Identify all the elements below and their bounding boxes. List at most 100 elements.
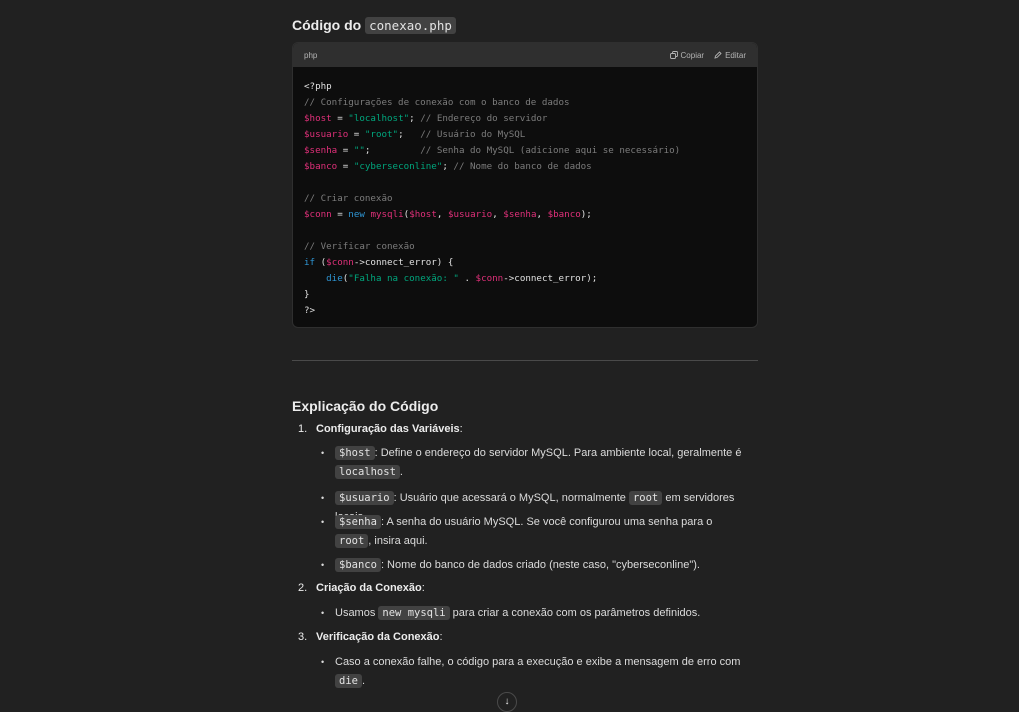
code-token: } <box>304 289 310 300</box>
code-token: $usuario <box>304 129 349 140</box>
divider <box>292 360 758 361</box>
list-item: 3. Verificação da Conexão: <box>298 631 443 643</box>
code-line: // Configurações de conexão com o banco … <box>304 95 746 111</box>
bullet-dot: • <box>321 608 325 618</box>
list-number: 1. <box>298 423 308 435</box>
text-segment: : Nome do banco de dados criado (neste c… <box>380 559 700 571</box>
text-segment: Usamos <box>335 607 379 619</box>
code-line: // Verificar conexão <box>304 239 746 255</box>
code-token: = <box>348 129 365 140</box>
code-token: $usuario <box>447 209 493 220</box>
code-token: = <box>337 161 354 172</box>
code-token: , <box>492 209 504 220</box>
code-token: "localhost" <box>348 113 410 124</box>
code-line: $banco = "cyberseconline"; // Nome do ba… <box>304 159 746 175</box>
code-heading: Código do conexao.php <box>292 17 456 34</box>
list-item-title-suffix: : <box>459 423 463 435</box>
code-line: } <box>304 287 746 303</box>
code-token: = <box>337 145 354 156</box>
code-token: "root" <box>364 129 399 140</box>
code-token: . <box>458 273 476 284</box>
code-line: <?php <box>304 79 746 95</box>
code-token: $host <box>304 113 332 124</box>
code-token: // Senha do MySQL (adicione aqui se nece… <box>420 145 681 156</box>
list-item-title: Configuração das Variáveis: <box>316 423 463 435</box>
code-token: $host <box>409 209 437 220</box>
inline-code: die <box>335 674 362 688</box>
code-token: // Verificar conexão <box>304 241 415 252</box>
list-item-title: Criação da Conexão: <box>316 582 425 594</box>
code-token: ( <box>315 257 327 268</box>
copy-icon <box>669 51 678 59</box>
bullet-text: $senha: A senha do usuário MySQL. Se voc… <box>335 513 751 551</box>
list-item: 1. Configuração das Variáveis: <box>298 423 463 435</box>
list-item-title-text: Criação da Conexão <box>316 582 422 594</box>
bullet-dot: • <box>321 560 325 570</box>
code-token: = <box>331 209 349 220</box>
list-item: 2. Criação da Conexão: <box>298 582 425 594</box>
inline-code: localhost <box>335 465 400 479</box>
bullet-item: • $host: Define o endereço do servidor My… <box>321 444 751 482</box>
code-line: // Criar conexão <box>304 191 746 207</box>
code-heading-prefix: Código do <box>292 17 362 33</box>
code-block: php Copiar Editar <?php // Configurações … <box>292 42 758 328</box>
edit-icon <box>714 51 722 59</box>
code-token: ; <box>442 161 454 172</box>
bullet-text: Usamos new mysqli para criar a conexão c… <box>335 604 700 623</box>
code-line: $senha = ""; // Senha do MySQL (adicione… <box>304 143 746 159</box>
code-token: = <box>331 113 349 124</box>
bullet-dot: • <box>321 517 325 527</box>
text-segment: : Usuário que acessará o MySQL, normalme… <box>393 492 629 504</box>
code-token: ->connect_error) { <box>353 257 454 268</box>
inline-code: $senha <box>335 515 381 529</box>
bullet-item: • $banco: Nome do banco de dados criado (… <box>321 556 751 575</box>
text-segment: : Define o endereço do servidor MySQL. P… <box>374 447 742 459</box>
bullet-dot: • <box>321 448 325 458</box>
code-token: // Usuário do MySQL <box>420 129 526 140</box>
scroll-down-button[interactable]: ↓ <box>497 692 517 712</box>
code-token: "cyberseconline" <box>353 161 443 172</box>
code-token: $banco <box>304 161 338 172</box>
code-token: , <box>436 209 448 220</box>
inline-code: $usuario <box>335 491 394 505</box>
bullet-text: Caso a conexão falhe, o código para a ex… <box>335 653 751 691</box>
bullet-item: • Usamos new mysqli para criar a conexão … <box>321 604 751 623</box>
bullet-text: $host: Define o endereço do servidor MyS… <box>335 444 751 482</box>
edit-button[interactable]: Editar <box>714 51 746 60</box>
code-token: $conn <box>304 209 332 220</box>
inline-code: $host <box>335 446 375 460</box>
copy-button[interactable]: Copiar <box>669 51 704 60</box>
code-heading-filename: conexao.php <box>365 17 456 34</box>
list-number: 2. <box>298 582 308 594</box>
code-line: $usuario = "root"; // Usuário do MySQL <box>304 127 746 143</box>
bullet-item: • Caso a conexão falhe, o código para a e… <box>321 653 751 691</box>
code-token: $senha <box>503 209 537 220</box>
code-token: // Endereço do servidor <box>420 113 548 124</box>
code-token: "" <box>353 145 365 156</box>
code-token: new <box>348 209 365 220</box>
code-token: ; <box>409 113 421 124</box>
bullet-dot: • <box>321 657 325 667</box>
list-number: 3. <box>298 631 308 643</box>
list-item-title-text: Configuração das Variáveis <box>316 423 460 435</box>
text-segment: : A senha do usuário MySQL. Se você conf… <box>380 516 713 528</box>
text-segment: . <box>361 675 366 687</box>
code-token: $conn <box>326 257 354 268</box>
bullet-text: $banco: Nome do banco de dados criado (n… <box>335 556 700 575</box>
code-token: "Falha na conexão: " <box>348 273 459 284</box>
text-segment: , insira aqui. <box>368 535 428 547</box>
code-token: die <box>326 273 343 284</box>
code-token: $banco <box>547 209 581 220</box>
edit-label: Editar <box>725 50 746 60</box>
inline-code: $banco <box>335 558 381 572</box>
explanation-title: Explicação do Código <box>292 398 439 414</box>
code-line: $conn = new mysqli($host, $usuario, $sen… <box>304 207 746 223</box>
inline-code: root <box>335 534 369 548</box>
list-item-title-text: Verificação da Conexão <box>316 631 440 643</box>
code-content: <?php // Configurações de conexão com o b… <box>293 67 757 319</box>
code-token: ; <box>398 129 421 140</box>
code-line: die("Falha na conexão: " . $conn->connec… <box>304 271 746 287</box>
